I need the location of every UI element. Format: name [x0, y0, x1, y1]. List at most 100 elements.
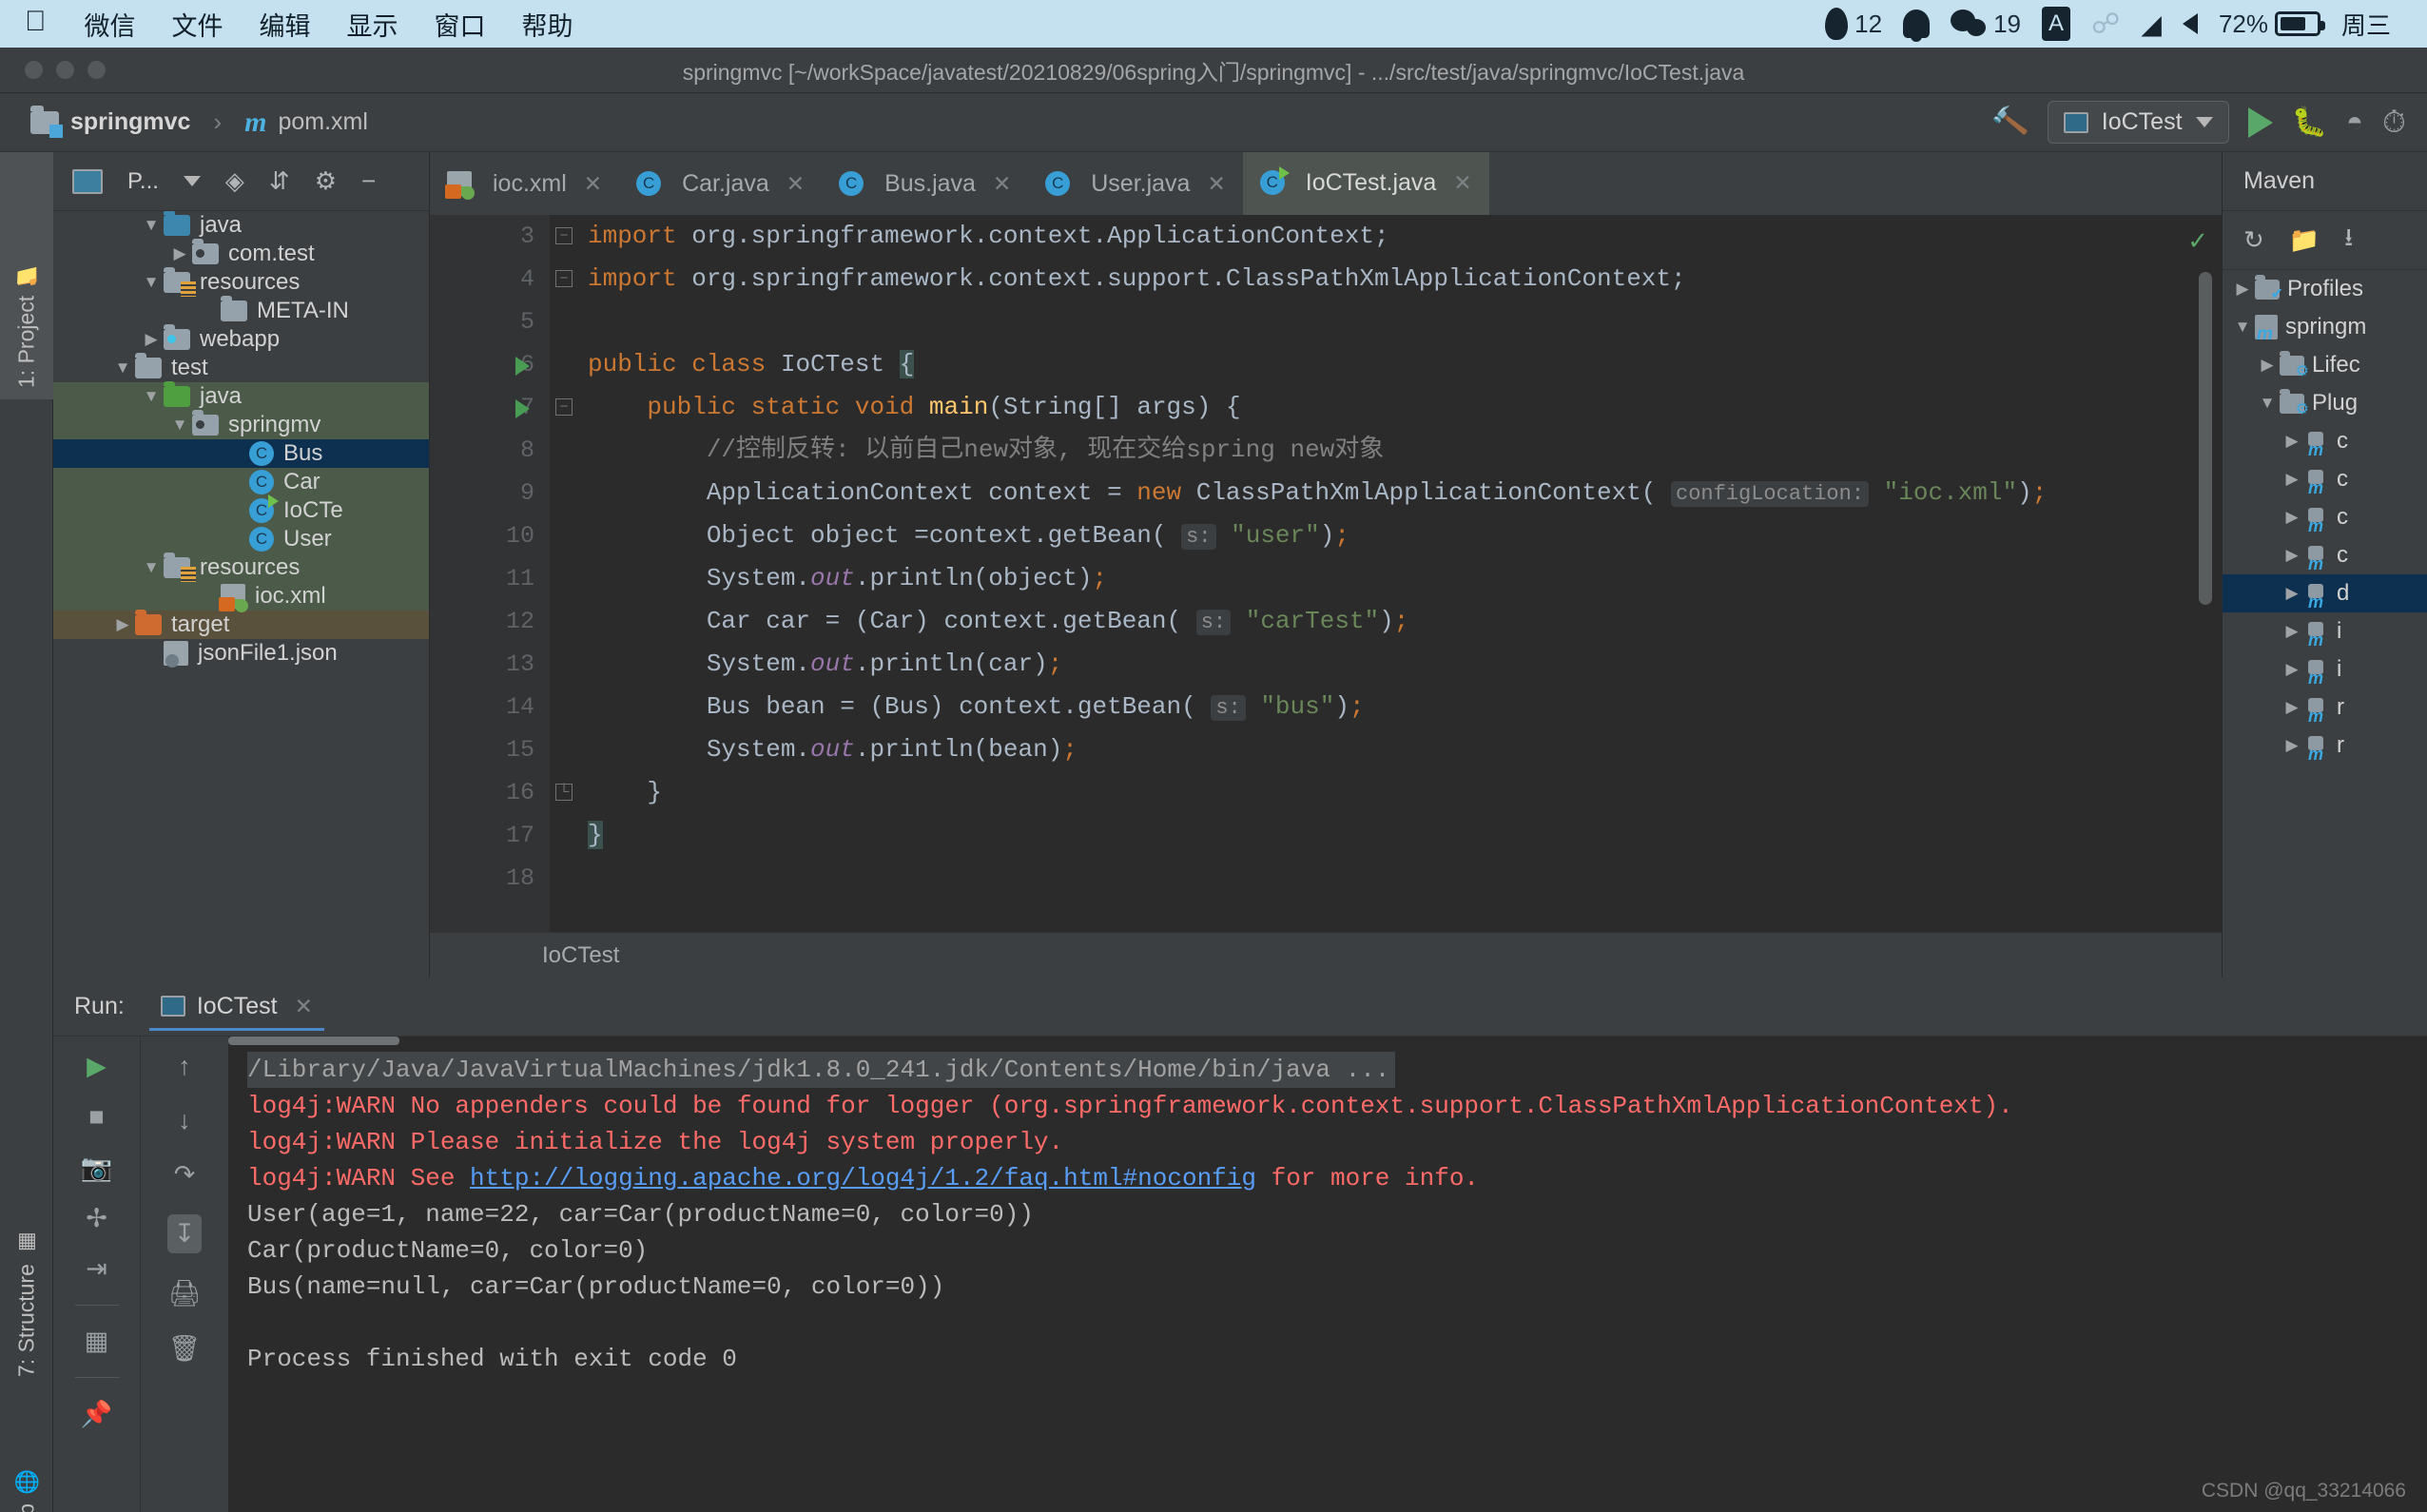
build-hammer-icon[interactable]: 🔨	[1990, 103, 2031, 142]
layout-icon[interactable]: ▦	[85, 1327, 109, 1356]
maven-tree[interactable]: ▶✔Profiles▼springm▶⚙Lifec▼⚙Plug▶c▶c▶c▶c▶…	[2223, 270, 2427, 765]
code-line[interactable]: Bus bean = (Bus) context.getBean( s: "bu…	[588, 686, 2222, 728]
close-icon[interactable]: ✕	[1453, 170, 1471, 196]
attach-process-icon[interactable]: ⇥	[86, 1254, 107, 1284]
run-coverage-icon[interactable]: ◓	[2346, 107, 2363, 139]
editor-scrollbar[interactable]	[2199, 272, 2212, 605]
chevron-right-icon[interactable]: ▶	[2230, 280, 2255, 299]
gear-icon[interactable]: ⚙	[315, 166, 337, 196]
tree-row[interactable]: ▼ springmv	[53, 410, 429, 439]
maven-tree-row[interactable]: ▶c	[2223, 460, 2427, 498]
chevron-right-icon[interactable]: ▶	[2280, 546, 2304, 565]
maven-tree-row[interactable]: ▶d	[2223, 574, 2427, 612]
profiler-icon[interactable]: ⏱	[2382, 105, 2406, 141]
chevron-right-icon[interactable]: ▶	[2255, 356, 2280, 375]
chevron-right-icon[interactable]: ▶	[2280, 698, 2304, 717]
code-folding-column[interactable]: − − − └	[550, 215, 588, 978]
editor-tab[interactable]: C User.java ✕	[1028, 152, 1243, 215]
code-line[interactable]: public static void main(String[] args) {	[588, 386, 2222, 429]
sidebar-tab-project[interactable]: 1: Project 📁	[0, 152, 53, 399]
chevron-down-icon[interactable]	[183, 176, 201, 186]
hide-panel-icon[interactable]: −	[361, 166, 376, 196]
menu-item-0[interactable]: 微信	[85, 6, 136, 43]
tree-row[interactable]: C IoCTe	[53, 494, 429, 525]
chevron-down-icon[interactable]: ▼	[2255, 394, 2280, 413]
bluetooth-icon[interactable]: ☍	[2091, 8, 2120, 41]
qq-status-item[interactable]: 12	[1825, 8, 1882, 40]
chevron-right-icon[interactable]: ▶	[2280, 622, 2304, 641]
tree-row[interactable]: C Car	[53, 468, 429, 496]
code-line[interactable]: import org.springframework.context.suppo…	[588, 258, 2222, 300]
chevron-down-icon[interactable]: ▼	[139, 216, 164, 235]
maven-tree-row[interactable]: ▼ ⚙ Plug	[2223, 384, 2427, 422]
refresh-icon[interactable]: ↻	[2243, 225, 2264, 255]
camera-snapshot-icon[interactable]: 📷	[81, 1153, 113, 1183]
debug-icon[interactable]: 🐛	[2292, 106, 2327, 139]
menu-item-3[interactable]: 显示	[347, 6, 398, 43]
fold-toggle-icon[interactable]: −	[555, 227, 573, 244]
maven-tree-row[interactable]: ▶c	[2223, 498, 2427, 536]
chevron-right-icon[interactable]: ▶	[2280, 470, 2304, 489]
thread-dump-icon[interactable]: ✢	[86, 1204, 107, 1233]
code-line[interactable]: import org.springframework.context.Appli…	[588, 215, 2222, 258]
tree-row[interactable]: ▶ target	[53, 610, 429, 639]
code-line[interactable]: }	[588, 771, 2222, 814]
console-output[interactable]: /Library/Java/JavaVirtualMachines/jdk1.8…	[228, 1037, 2427, 1512]
code-line[interactable]: Object object =context.getBean( s: "user…	[588, 514, 2222, 557]
tree-row[interactable]: ▼ java	[53, 381, 429, 411]
tree-row[interactable]: C Bus	[53, 439, 429, 468]
chevron-down-icon[interactable]: ▼	[139, 558, 164, 577]
maven-tree-row[interactable]: ▶r	[2223, 727, 2427, 765]
run-configuration-selector[interactable]: IoCTest	[2047, 101, 2229, 144]
window-traffic-lights[interactable]	[25, 61, 106, 79]
editor-tab[interactable]: C Car.java ✕	[619, 152, 822, 215]
chevron-right-icon[interactable]: ▶	[167, 244, 192, 263]
chevron-down-icon[interactable]: ▼	[110, 359, 135, 378]
tree-row[interactable]: META-IN	[53, 296, 429, 325]
down-arrow-icon[interactable]: ↓	[178, 1106, 191, 1135]
console-link[interactable]: http://logging.apache.org/log4j/1.2/faq.…	[470, 1164, 1256, 1192]
fold-toggle-icon[interactable]: −	[555, 398, 573, 416]
run-tab-ioctest[interactable]: IoCTest ✕	[148, 983, 324, 1031]
maven-tree-row[interactable]: ▶ ⚙ Lifec	[2223, 346, 2427, 384]
notification-bell-icon[interactable]	[1903, 10, 1931, 42]
close-icon[interactable]: ✕	[584, 171, 602, 197]
editor-tab-bar[interactable]: ioc.xml ✕ C Car.java ✕ C Bus.java ✕ C User.java ✕ C…	[430, 152, 2222, 215]
code-line[interactable]: System.out.println(car);	[588, 643, 2222, 686]
maven-tree-row[interactable]: ▶ ✔ Profiles	[2223, 270, 2427, 308]
close-icon[interactable]: ✕	[295, 994, 313, 1019]
code-line[interactable]: public class IoCTest {	[588, 343, 2222, 386]
code-line[interactable]: System.out.println(bean);	[588, 728, 2222, 771]
wifi-icon[interactable]: ◢	[2141, 9, 2162, 40]
close-icon[interactable]: ✕	[786, 171, 805, 197]
chevron-down-icon[interactable]: ▼	[139, 273, 164, 292]
maven-tree-row[interactable]: ▶r	[2223, 688, 2427, 727]
tree-row[interactable]: ▶ com.test	[53, 239, 429, 268]
breadcrumb-file[interactable]: pom.xml	[278, 108, 367, 136]
fold-toggle-icon[interactable]: └	[555, 784, 573, 801]
clock-date[interactable]: 周三	[2341, 7, 2391, 42]
tree-row[interactable]: ▼ java	[53, 211, 429, 240]
code-content[interactable]: import org.springframework.context.Appli…	[588, 215, 2222, 900]
chevron-right-icon[interactable]: ▶	[2280, 584, 2304, 603]
maven-tree-row[interactable]: ▶c	[2223, 536, 2427, 574]
menu-item-2[interactable]: 编辑	[260, 6, 311, 43]
sidebar-tab-structure[interactable]: 7: Structure ▦	[0, 1151, 53, 1388]
tree-row[interactable]: jsonFile1.json	[53, 639, 429, 668]
apple-logo-icon[interactable]: 	[25, 8, 47, 36]
editor-tab[interactable]: C IoCTest.java ✕	[1242, 152, 1489, 215]
close-icon[interactable]: ✕	[993, 171, 1011, 197]
chevron-right-icon[interactable]: ▶	[2280, 432, 2304, 451]
tree-row[interactable]: C User	[53, 525, 429, 553]
gutter-run-icon[interactable]	[515, 399, 530, 418]
tree-row[interactable]: ▼ resources	[53, 552, 429, 582]
soft-wrap-icon[interactable]: ↷	[174, 1160, 196, 1190]
maven-tree-row[interactable]: ▼ springm	[2223, 308, 2427, 346]
menu-item-5[interactable]: 帮助	[522, 6, 573, 43]
gutter-run-icon[interactable]	[515, 357, 530, 376]
code-line[interactable]	[588, 857, 2222, 900]
clear-all-icon[interactable]: 🗑	[168, 1333, 201, 1364]
maven-tree-row[interactable]: ▶i	[2223, 650, 2427, 688]
close-icon[interactable]: ✕	[1207, 171, 1225, 197]
add-maven-project-icon[interactable]: 📁	[2289, 225, 2320, 255]
